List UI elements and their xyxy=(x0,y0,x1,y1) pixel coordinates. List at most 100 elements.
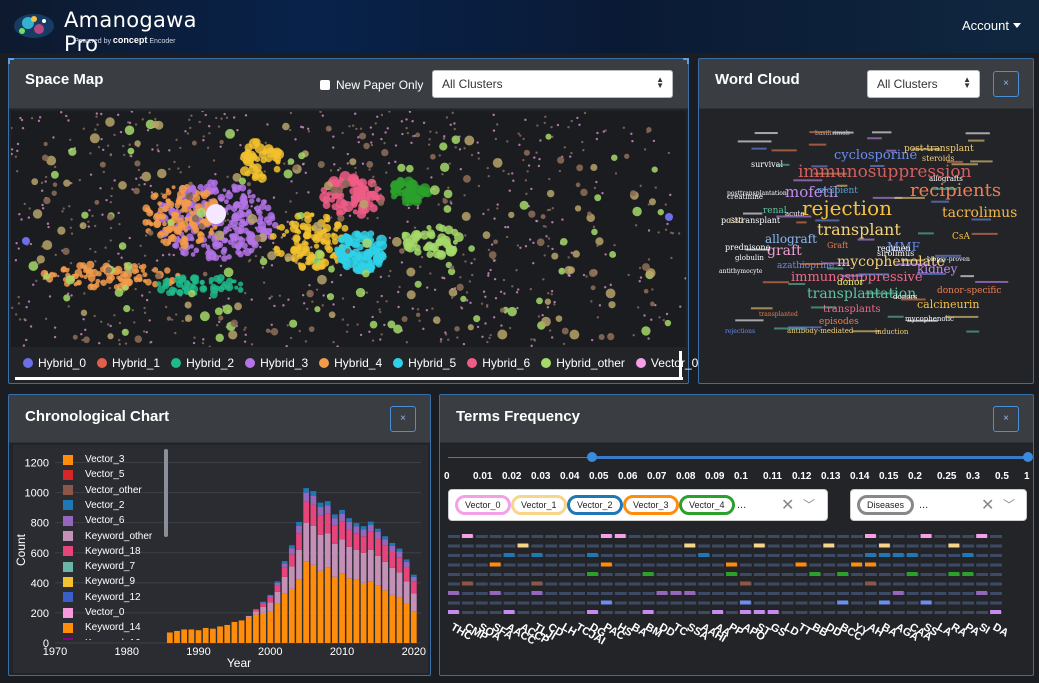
legend-item-hybrid_5[interactable]: Hybrid_5 xyxy=(393,356,456,370)
legend-dot-icon xyxy=(319,358,330,368)
cloud-small-word xyxy=(886,149,897,152)
chronological-legend-scrollbar[interactable] xyxy=(164,449,168,537)
new-paper-only-checkbox[interactable]: New Paper Only xyxy=(320,78,423,92)
legend-item-hybrid_4[interactable]: Hybrid_4 xyxy=(319,356,382,370)
brand[interactable]: Amanogawa Pro Powered by concept Encoder xyxy=(12,5,207,56)
legend-item-hybrid_3[interactable]: Hybrid_3 xyxy=(245,356,308,370)
clear-icon[interactable]: ✕ xyxy=(781,495,794,515)
scatter-point xyxy=(298,329,301,333)
scatter-point xyxy=(43,272,51,280)
scatter-point xyxy=(545,133,552,140)
heat-cell-active xyxy=(906,553,918,557)
heat-cell xyxy=(628,544,641,548)
scatter-point xyxy=(197,183,204,191)
legend-item-vector_0[interactable]: Vector_0 xyxy=(635,356,698,370)
slider-tick-label: 0.1 xyxy=(734,471,748,482)
account-menu[interactable]: Account xyxy=(962,18,1021,33)
disease-multiselect[interactable]: Diseases ... ✕ ﹀ xyxy=(850,489,1027,521)
slider-handle-max[interactable] xyxy=(1023,452,1033,462)
cloud-word: transplant xyxy=(817,220,901,239)
heat-cell xyxy=(739,563,752,567)
heat-cell-active xyxy=(878,543,890,548)
chronological-close-button[interactable]: × xyxy=(390,406,416,432)
vector-tag[interactable]: Vector_3 xyxy=(623,495,679,515)
heat-cell xyxy=(503,573,516,576)
vector-tag[interactable]: Vector_4 xyxy=(679,495,735,515)
legend-item-hybrid_1[interactable]: Hybrid_1 xyxy=(97,356,160,370)
chrono-legend-item[interactable]: Keyword_18 xyxy=(63,544,141,559)
heat-cell xyxy=(865,601,877,605)
legend-item-hybrid_other[interactable]: Hybrid_other xyxy=(541,356,625,370)
scatter-point xyxy=(431,307,434,310)
scatter-point xyxy=(344,237,354,247)
space-map-cluster-select[interactable]: All Clusters ▲ ▼ xyxy=(432,70,673,98)
chrono-legend-item[interactable]: Vector_5 xyxy=(63,467,124,482)
chrono-legend-item[interactable]: Keyword_16 xyxy=(63,636,141,640)
legend-item-hybrid_2[interactable]: Hybrid_2 xyxy=(171,356,234,370)
scatter-point xyxy=(85,268,90,273)
chrono-legend-item[interactable]: Vector_0 xyxy=(63,605,124,620)
word-cloud-close-button[interactable]: × xyxy=(993,71,1019,97)
heat-cell xyxy=(726,592,738,595)
heat-cell xyxy=(517,611,530,614)
heat-cell-active xyxy=(837,600,849,605)
chrono-legend-item[interactable]: Vector_2 xyxy=(63,498,124,513)
scatter-point xyxy=(530,338,533,341)
scatter-point xyxy=(453,122,456,125)
scatter-point xyxy=(567,256,570,259)
cloud-small-word xyxy=(809,131,831,134)
heat-cell-active xyxy=(503,553,515,557)
heat-cell-active xyxy=(448,610,459,614)
chrono-legend-item[interactable]: Vector_6 xyxy=(63,513,124,528)
scatter-point xyxy=(154,117,157,121)
heat-cell xyxy=(726,544,738,548)
checkbox-box[interactable] xyxy=(320,80,330,90)
vector-tag[interactable]: Vector_1 xyxy=(511,495,567,515)
legend-item-hybrid_6[interactable]: Hybrid_6 xyxy=(467,356,530,370)
vector-multiselect[interactable]: Vector_0 Vector_1 Vector_2 Vector_3 Vector_4… xyxy=(448,489,828,521)
chrono-legend-item[interactable]: Keyword_9 xyxy=(63,574,135,589)
scatter-point xyxy=(536,124,539,127)
vector-tag[interactable]: Vector_2 xyxy=(567,495,623,515)
scatter-point xyxy=(304,171,307,175)
cloud-small-word xyxy=(960,275,975,278)
terms-close-button[interactable]: × xyxy=(993,406,1019,432)
x-tick-label: 1970 xyxy=(43,646,67,658)
galaxy-logo-icon xyxy=(14,14,54,38)
legend-swatch-icon xyxy=(63,638,73,640)
scatter-point xyxy=(516,306,519,310)
chevron-down-icon[interactable]: ﹀ xyxy=(803,496,815,513)
heat-cell xyxy=(906,601,919,605)
chrono-legend-item[interactable]: Vector_3 xyxy=(63,452,124,467)
chrono-legend-item[interactable]: Keyword_14 xyxy=(63,620,141,635)
word-cloud-cluster-select[interactable]: All Clusters ▲ ▼ xyxy=(867,70,980,98)
scatter-point xyxy=(100,320,103,323)
heat-cell xyxy=(628,582,641,586)
chrono-legend-item[interactable]: Vector_other xyxy=(63,483,142,498)
heat-cell xyxy=(712,535,724,538)
heat-cell xyxy=(628,573,641,576)
heat-cell xyxy=(865,573,877,576)
scatter-point xyxy=(348,125,351,128)
scatter-point xyxy=(134,160,141,167)
chrono-legend-item[interactable]: Keyword_other xyxy=(63,529,152,544)
scatter-point xyxy=(473,315,481,323)
space-map-scatter[interactable] xyxy=(11,111,686,347)
chrono-legend-item[interactable]: Keyword_7 xyxy=(63,559,135,574)
heat-cell xyxy=(962,601,975,605)
clear-icon[interactable]: ✕ xyxy=(981,495,994,515)
cloud-word: induction xyxy=(875,328,909,336)
chevron-down-icon[interactable]: ﹀ xyxy=(1003,496,1015,513)
vector-tag[interactable]: Vector_0 xyxy=(455,495,511,515)
legend-item-hybrid_0[interactable]: Hybrid_0 xyxy=(23,356,86,370)
slider-handle-min[interactable] xyxy=(587,452,597,462)
heat-cell xyxy=(990,582,1002,586)
scatter-point xyxy=(335,186,344,194)
bar-segment xyxy=(288,566,295,589)
bar-segment xyxy=(274,603,281,643)
disease-tag[interactable]: Diseases xyxy=(857,495,915,515)
bar-segment xyxy=(389,552,396,568)
legend-scroll-bar[interactable] xyxy=(679,351,682,377)
chrono-legend-item[interactable]: Keyword_12 xyxy=(63,590,141,605)
scatter-point xyxy=(416,308,420,311)
